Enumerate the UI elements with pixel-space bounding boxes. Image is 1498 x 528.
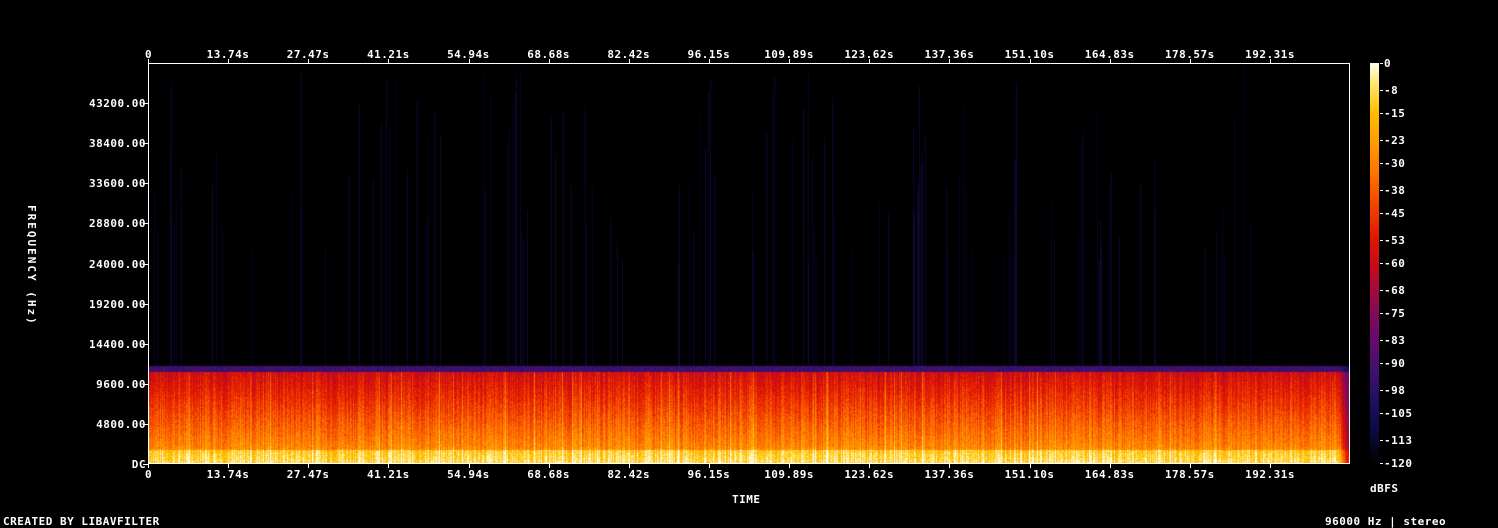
dbfs-tick-mark: [1380, 289, 1383, 291]
time-tick-label: 27.47s: [286, 468, 330, 481]
dbfs-tick-label: -53: [1384, 233, 1406, 247]
dbfs-tick-mark: [1380, 313, 1383, 314]
dbfs-tick-mark: [1380, 263, 1383, 264]
time-tick-mark: [468, 464, 470, 468]
time-tick-label: 41.21s: [366, 468, 410, 481]
dbfs-tick-label: -30: [1384, 157, 1406, 170]
dbfs-tick-mark: [1380, 189, 1383, 191]
time-tick-label: 13.74s: [206, 468, 250, 481]
dbfs-tick-mark: [1380, 239, 1383, 241]
dbfs-tick-label: -113: [1384, 433, 1413, 447]
dbfs-tick-label: 0: [1384, 57, 1392, 70]
frequency-tick-label: 33600.00: [89, 177, 146, 191]
dbfs-tick-label: -120: [1384, 457, 1413, 470]
dbfs-tick-label: -83: [1384, 333, 1406, 347]
time-tick-label: 178.57s: [1164, 468, 1215, 481]
spectrogram-plot-area: [148, 63, 1350, 464]
x-axis-title: TIME: [732, 493, 761, 506]
time-tick-mark: [628, 464, 630, 468]
time-tick-mark: [388, 464, 390, 468]
time-tick-label: 54.94s: [447, 468, 490, 481]
time-tick-mark: [1029, 464, 1031, 468]
dbfs-tick-label: -38: [1384, 183, 1406, 197]
dbfs-tick-mark: [1380, 213, 1383, 214]
dbfs-tick-mark: [1380, 339, 1383, 341]
time-tick-label: 164.83s: [1084, 468, 1135, 481]
dbfs-tick-label: -105: [1384, 407, 1413, 420]
time-tick-label: 137.36s: [924, 468, 975, 481]
time-tick-mark: [1270, 464, 1272, 468]
dbfs-tick-label: -45: [1384, 207, 1406, 220]
time-tick-label: 68.68s: [527, 468, 570, 481]
dbfs-tick-mark: [1380, 439, 1383, 441]
dbfs-tick-label: -23: [1384, 133, 1406, 147]
dbfs-tick-mark: [1380, 389, 1383, 391]
time-tick-mark: [709, 464, 711, 468]
time-tick-mark: [1109, 464, 1111, 468]
dbfs-tick-mark: [1380, 413, 1383, 414]
frequency-tick-label: 4800.00: [96, 417, 146, 431]
info-text: 96000 Hz | stereo: [1325, 515, 1447, 528]
time-tick-label: 151.10s: [1004, 468, 1055, 481]
time-tick-mark: [148, 464, 149, 468]
credit-text: CREATED BY LIBAVFILTER: [3, 515, 160, 528]
time-tick-label: 82.42s: [607, 468, 651, 481]
spectrogram-heatmap: [149, 64, 1349, 463]
dbfs-tick-mark: [1380, 463, 1383, 464]
dbfs-tick-mark: [1380, 363, 1383, 364]
colorbar: [1370, 63, 1379, 464]
time-tick-mark: [1189, 464, 1191, 468]
dbfs-tick-label: -90: [1384, 357, 1406, 370]
time-tick-label: 192.31s: [1245, 468, 1295, 481]
frequency-tick-label: 14400.00: [89, 337, 146, 351]
dbfs-tick-label: -68: [1384, 283, 1406, 297]
time-tick-mark: [869, 464, 871, 468]
frequency-tick-label: 24000.00: [89, 257, 146, 271]
frequency-tick-label: 19200.00: [89, 297, 146, 311]
time-tick-label: 0: [145, 468, 153, 481]
time-tick-mark: [548, 464, 550, 468]
time-tick-label: 123.62s: [844, 468, 895, 481]
time-tick-mark: [789, 464, 791, 468]
dbfs-tick-mark: [1380, 139, 1383, 141]
y-axis-title: FREQUENCY (Hz): [25, 205, 38, 326]
dbfs-tick-label: -75: [1384, 307, 1406, 320]
dbfs-tick-mark: [1380, 163, 1383, 164]
frequency-tick-label: 38400.00: [89, 137, 146, 151]
frequency-tick-mark: [143, 464, 148, 465]
frequency-tick-label: 28800.00: [89, 217, 146, 231]
time-tick-mark: [308, 464, 310, 468]
dbfs-tick-label: -98: [1384, 383, 1406, 397]
frequency-tick-label: 43200.00: [89, 97, 146, 111]
frequency-tick-label: 9600.00: [96, 377, 146, 391]
colorbar-title: dBFS: [1370, 482, 1399, 495]
dbfs-tick-label: -60: [1384, 257, 1406, 270]
dbfs-tick-label: -15: [1384, 107, 1406, 120]
dbfs-tick-mark: [1380, 89, 1383, 91]
time-tick-mark: [949, 464, 951, 468]
dbfs-tick-label: -8: [1384, 83, 1399, 97]
dbfs-tick-mark: [1380, 63, 1383, 64]
dbfs-tick-mark: [1380, 113, 1383, 114]
time-tick-mark: [228, 464, 230, 468]
time-tick-label: 109.89s: [764, 468, 815, 481]
time-tick-label: 96.15s: [687, 468, 731, 481]
